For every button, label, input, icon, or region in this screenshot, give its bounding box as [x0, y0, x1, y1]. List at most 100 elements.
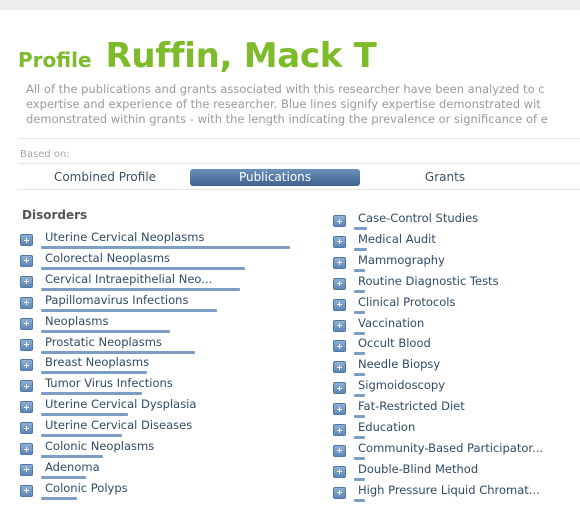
plus-icon[interactable]	[333, 235, 346, 248]
expertise-bar	[354, 352, 365, 356]
expertise-bar	[41, 308, 217, 312]
term-link[interactable]: Community-Based Participator...	[358, 441, 543, 456]
term-link[interactable]: Vaccination	[358, 316, 424, 331]
plus-icon[interactable]	[20, 338, 33, 351]
plus-icon[interactable]	[333, 382, 346, 395]
plus-icon[interactable]	[20, 317, 33, 330]
term-link[interactable]: Uterine Cervical Dysplasia	[45, 397, 196, 412]
plus-icon[interactable]	[20, 380, 33, 393]
term-item-double-blind-method: Double-Blind Method	[333, 462, 580, 482]
tab-publications[interactable]: Publications	[190, 169, 360, 186]
plus-icon[interactable]	[333, 215, 346, 227]
term-item-tumor-virus-infections: Tumor Virus Infections	[20, 376, 330, 396]
term-link[interactable]: Education	[358, 420, 415, 435]
plus-icon[interactable]	[20, 401, 33, 414]
term-link[interactable]: Uterine Cervical Neoplasms	[45, 230, 204, 245]
expertise-bar	[41, 246, 290, 249]
term-item-education: Education	[333, 420, 580, 440]
term-link[interactable]: Prostatic Neoplasms	[45, 335, 162, 350]
term-item-mammography: Mammography	[333, 253, 580, 273]
expertise-bar	[41, 475, 86, 479]
profile-tab-bar: Combined Profile Publications Grants	[18, 163, 580, 190]
plus-icon[interactable]	[333, 424, 346, 436]
plus-icon[interactable]	[20, 254, 33, 267]
plus-icon[interactable]	[20, 296, 33, 309]
term-link[interactable]: Colonic Neoplasms	[45, 439, 154, 454]
expertise-bar	[354, 498, 365, 502]
term-link[interactable]: Sigmoidoscopy	[358, 378, 445, 393]
expertise-bar	[41, 371, 147, 375]
based-on-label: Based on:	[20, 149, 70, 160]
plus-icon[interactable]	[333, 465, 346, 478]
term-item-colonic-polyps: Colonic Polyps	[20, 481, 330, 501]
plus-icon[interactable]	[20, 275, 33, 288]
term-link[interactable]: Routine Diagnostic Tests	[358, 274, 499, 289]
expertise-bar	[354, 436, 365, 439]
term-link[interactable]: Cervical Intraepithelial Neo...	[45, 272, 212, 287]
plus-icon[interactable]	[333, 444, 346, 457]
expertise-bar	[41, 496, 77, 500]
plus-icon[interactable]	[333, 340, 346, 353]
plus-icon[interactable]	[20, 463, 33, 476]
expertise-bar	[354, 394, 365, 398]
term-item-medical-audit: Medical Audit	[333, 232, 580, 252]
tab-grants[interactable]: Grants	[370, 169, 520, 186]
expertise-bar	[41, 329, 170, 333]
term-item-community-based-participator: Community-Based Participator...	[333, 441, 580, 461]
divider	[18, 138, 580, 139]
plus-icon[interactable]	[333, 277, 346, 290]
term-link[interactable]: Occult Blood	[358, 336, 431, 351]
term-item-occult-blood: Occult Blood	[333, 336, 580, 356]
expertise-bar	[41, 455, 103, 458]
description-line: All of the publications and grants assoc…	[26, 82, 545, 96]
profile-description: All of the publications and grants assoc…	[26, 82, 580, 128]
term-link[interactable]: Colonic Polyps	[45, 481, 128, 496]
term-link[interactable]: Colorectal Neoplasms	[45, 251, 170, 266]
term-link[interactable]: Papillomavirus Infections	[45, 293, 188, 308]
expertise-bar	[41, 350, 195, 354]
expertise-bar	[41, 266, 245, 270]
plus-icon[interactable]	[20, 359, 33, 372]
term-link[interactable]: Breast Neoplasms	[45, 355, 149, 370]
term-link[interactable]: High Pressure Liquid Chromat...	[358, 483, 540, 498]
term-link[interactable]: Clinical Protocols	[358, 295, 455, 310]
plus-icon[interactable]	[20, 234, 33, 246]
expertise-bar	[354, 373, 365, 377]
plus-icon[interactable]	[20, 443, 33, 455]
term-item-colorectal-neoplasms: Colorectal Neoplasms	[20, 251, 330, 271]
plus-icon[interactable]	[20, 484, 33, 497]
expertise-bar	[41, 434, 122, 438]
plus-icon[interactable]	[333, 298, 346, 311]
term-item-routine-diagnostic-tests: Routine Diagnostic Tests	[333, 274, 580, 294]
expertise-bar	[41, 392, 142, 396]
expertise-bar	[354, 477, 365, 481]
top-band	[0, 0, 580, 10]
plus-icon[interactable]	[333, 361, 346, 374]
plus-icon[interactable]	[20, 422, 33, 435]
tab-combined-profile[interactable]: Combined Profile	[33, 169, 177, 186]
term-link[interactable]: Adenoma	[45, 460, 100, 475]
term-link[interactable]: Tumor Virus Infections	[45, 376, 173, 391]
profile-header: Profile Ruffin, Mack T	[18, 36, 377, 76]
term-link[interactable]: Fat-Restricted Diet	[358, 399, 465, 414]
term-link[interactable]: Mammography	[358, 253, 445, 268]
term-link[interactable]: Medical Audit	[358, 232, 436, 247]
term-item-adenoma: Adenoma	[20, 460, 330, 480]
term-link[interactable]: Uterine Cervical Diseases	[45, 418, 192, 433]
term-link[interactable]: Double-Blind Method	[358, 462, 478, 477]
plus-icon[interactable]	[333, 319, 346, 332]
plus-icon[interactable]	[333, 486, 346, 499]
term-link[interactable]: Neoplasms	[45, 314, 108, 329]
expertise-bar	[354, 289, 365, 293]
term-item-high-pressure-liquid-chromat: High Pressure Liquid Chromat...	[333, 483, 580, 503]
term-link[interactable]: Needle Biopsy	[358, 357, 440, 372]
profile-label: Profile	[18, 48, 92, 72]
term-item-papillomavirus-infections: Papillomavirus Infections	[20, 293, 330, 313]
plus-icon[interactable]	[333, 256, 346, 269]
term-item-breast-neoplasms: Breast Neoplasms	[20, 355, 330, 375]
plus-icon[interactable]	[333, 403, 346, 416]
expertise-bar	[354, 268, 365, 272]
expertise-bar	[354, 227, 367, 230]
term-link[interactable]: Case-Control Studies	[358, 211, 478, 226]
expertise-bar	[354, 415, 365, 419]
